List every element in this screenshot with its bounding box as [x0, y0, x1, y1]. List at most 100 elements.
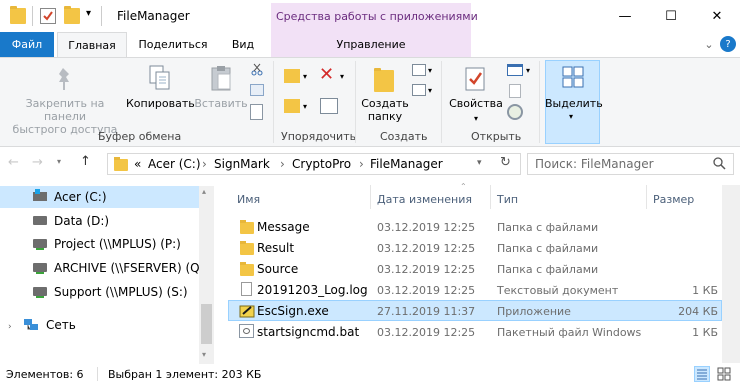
- new-item-dropdown-icon[interactable]: ▾: [428, 66, 432, 75]
- ribbon-expand-icon[interactable]: ⌄: [700, 32, 718, 57]
- properties-icon: [464, 64, 486, 92]
- new-folder-quick-icon[interactable]: [64, 6, 80, 24]
- table-row[interactable]: startsigncmd.bat 03.12.2019 12:25 Пакетн…: [228, 321, 722, 342]
- move-to-icon[interactable]: [284, 69, 300, 83]
- table-row-selected[interactable]: EscSign.exe 27.11.2019 11:37 Приложение …: [228, 300, 722, 321]
- table-row[interactable]: 20191203_Log.log 03.12.2019 12:25 Тексто…: [228, 279, 722, 300]
- folder-icon: [240, 241, 254, 255]
- nav-scrollbar-thumb[interactable]: [201, 304, 212, 344]
- file-date: 03.12.2019 12:25: [377, 242, 476, 255]
- breadcrumb-signmark[interactable]: SignMark: [214, 157, 270, 171]
- new-folder-icon: [374, 68, 394, 92]
- folder-icon: [240, 262, 254, 276]
- file-type: Текстовый документ: [497, 284, 619, 297]
- sort-indicator-icon: ⌃: [460, 182, 467, 191]
- copy-path-icon[interactable]: [250, 84, 264, 96]
- file-size: 204 КБ: [678, 305, 718, 318]
- copy-to-icon[interactable]: [284, 99, 300, 113]
- quick-access-dropdown-icon[interactable]: ▾: [86, 8, 91, 19]
- paste-button[interactable]: Вставить: [194, 97, 248, 110]
- table-row[interactable]: Message 03.12.2019 12:25 Папка с файлами: [228, 216, 722, 237]
- column-divider[interactable]: [370, 185, 371, 209]
- large-icons-view-icon[interactable]: [716, 366, 732, 382]
- column-divider[interactable]: [490, 185, 491, 209]
- paste-shortcut-icon[interactable]: [250, 104, 263, 120]
- file-name: startsigncmd.bat: [257, 325, 360, 339]
- table-row[interactable]: Source 03.12.2019 12:25 Папка с файлами: [228, 258, 722, 279]
- up-icon[interactable]: ↑: [80, 154, 91, 169]
- maximize-button[interactable]: ☐: [648, 0, 694, 32]
- search-icon[interactable]: [712, 156, 726, 170]
- edit-icon[interactable]: [509, 84, 521, 98]
- file-name: EscSign.exe: [257, 304, 329, 318]
- history-icon[interactable]: [507, 104, 523, 120]
- forward-icon[interactable]: →: [32, 155, 43, 170]
- column-header-size[interactable]: Размер: [653, 193, 694, 206]
- column-header-name[interactable]: Имя: [237, 193, 260, 206]
- close-button[interactable]: ✕: [694, 0, 740, 32]
- file-type: Папка с файлами: [497, 221, 599, 234]
- copy-button[interactable]: Копировать: [126, 97, 195, 110]
- file-type: Пакетный файл Windows: [497, 326, 642, 339]
- new-folder-button[interactable]: Создать папку: [360, 97, 410, 123]
- table-row[interactable]: Result 03.12.2019 12:25 Папка с файлами: [228, 237, 722, 258]
- text-file-icon: [241, 282, 252, 296]
- file-name: 20191203_Log.log: [257, 283, 368, 297]
- context-tab-title: Средства работы с приложениями: [276, 10, 478, 23]
- address-dropdown-icon[interactable]: ▾: [477, 158, 482, 168]
- tab-manage[interactable]: Управление: [271, 32, 471, 57]
- breadcrumb-overflow[interactable]: «: [134, 157, 141, 171]
- new-item-icon[interactable]: [412, 64, 426, 76]
- delete-icon[interactable]: ✕: [319, 64, 334, 85]
- properties-dropdown-icon[interactable]: ▾: [474, 114, 478, 123]
- properties-button[interactable]: Свойства: [448, 97, 504, 110]
- tab-share[interactable]: Поделиться: [130, 32, 216, 57]
- breadcrumb-filemanager[interactable]: FileManager: [370, 157, 443, 171]
- group-divider: [355, 61, 356, 143]
- delete-dropdown-icon[interactable]: ▾: [340, 72, 344, 81]
- file-name: Result: [257, 241, 295, 255]
- nav-item-support[interactable]: Support (\\MPLUS) (S:): [54, 285, 188, 299]
- refresh-icon[interactable]: ↻: [500, 155, 511, 170]
- nav-scroll-up-icon[interactable]: ▴: [202, 187, 206, 196]
- tab-file[interactable]: Файл: [0, 32, 54, 57]
- search-input[interactable]: Поиск: FileManager: [535, 157, 654, 171]
- nav-item-acer[interactable]: Acer (C:): [54, 190, 107, 204]
- tab-view[interactable]: Вид: [222, 32, 264, 57]
- open-icon[interactable]: [507, 64, 523, 76]
- file-list-scrollbar[interactable]: [722, 185, 740, 363]
- help-icon[interactable]: ?: [720, 36, 736, 52]
- breadcrumb-cryptopro[interactable]: CryptoPro: [292, 157, 351, 171]
- easy-access-dropdown-icon[interactable]: ▾: [428, 86, 432, 95]
- column-divider[interactable]: [646, 185, 647, 209]
- copy-icon: [148, 64, 172, 92]
- breadcrumb-acer[interactable]: Acer (C:): [148, 157, 201, 171]
- copy-to-dropdown-icon[interactable]: ▾: [303, 102, 307, 111]
- tab-home[interactable]: Главная: [57, 32, 127, 58]
- recent-locations-icon[interactable]: ▾: [57, 157, 61, 166]
- easy-access-icon[interactable]: [412, 84, 426, 96]
- pin-label-line1: Закрепить на панели: [25, 97, 105, 123]
- nav-scroll-down-icon[interactable]: ▾: [202, 350, 206, 359]
- nav-item-archive[interactable]: ARCHIVE (\\FSERVER) (Q:): [54, 261, 208, 275]
- column-header-date[interactable]: Дата изменения: [377, 193, 472, 206]
- file-date: 27.11.2019 11:37: [377, 305, 476, 318]
- back-icon[interactable]: ←: [8, 155, 19, 170]
- minimize-button[interactable]: —: [602, 0, 648, 32]
- expand-network-icon[interactable]: ›: [8, 322, 12, 332]
- folder-icon: [240, 220, 254, 234]
- move-to-dropdown-icon[interactable]: ▾: [303, 72, 307, 81]
- file-date: 03.12.2019 12:25: [377, 221, 476, 234]
- group-divider: [441, 61, 442, 143]
- properties-check-icon[interactable]: [40, 8, 56, 24]
- rename-icon[interactable]: [320, 98, 338, 114]
- nav-item-data[interactable]: Data (D:): [54, 214, 109, 228]
- cut-icon[interactable]: [250, 62, 264, 76]
- group-open-label: Открыть: [471, 130, 522, 143]
- status-items-count: Элементов: 6: [6, 368, 84, 381]
- nav-item-project[interactable]: Project (\\MPLUS) (P:): [54, 237, 181, 251]
- nav-item-network[interactable]: Сеть: [46, 318, 76, 332]
- open-dropdown-icon[interactable]: ▾: [526, 66, 530, 75]
- column-header-type[interactable]: Тип: [497, 193, 518, 206]
- details-view-icon[interactable]: [694, 366, 710, 382]
